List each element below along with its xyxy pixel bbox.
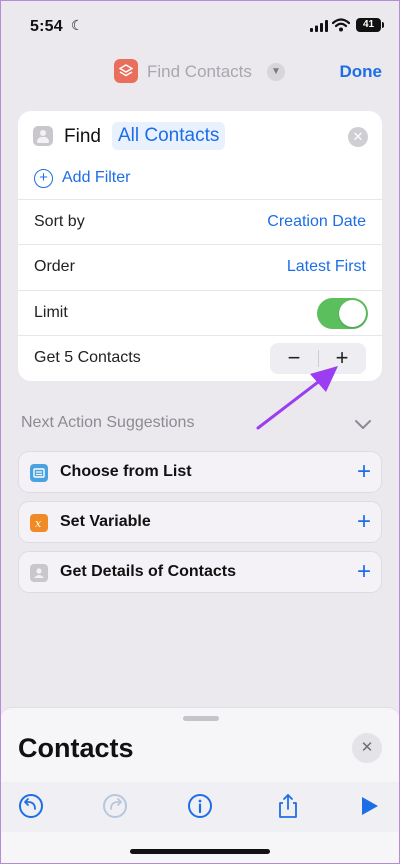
order-value[interactable]: Latest First (287, 258, 366, 276)
add-suggestion-button[interactable]: + (357, 458, 371, 486)
limit-row: Limit (18, 290, 382, 335)
contacts-icon (30, 564, 48, 582)
toggle-knob (339, 300, 366, 327)
find-header-row: Find All Contacts ✕ (18, 111, 382, 163)
add-suggestion-button[interactable]: + (357, 558, 371, 586)
contacts-icon (33, 126, 53, 146)
variable-icon: x (30, 514, 48, 532)
status-bar: 5:54 ☾ 41 (0, 0, 400, 50)
all-contacts-token[interactable]: All Contacts (112, 122, 226, 150)
shortcuts-app-icon (114, 59, 138, 83)
battery-icon: 41 (356, 18, 384, 32)
plus-circle-icon: + (34, 169, 53, 188)
list-icon (30, 464, 48, 482)
home-indicator[interactable] (130, 849, 270, 854)
sort-by-value[interactable]: Creation Date (267, 213, 366, 231)
sort-by-row[interactable]: Sort by Creation Date (18, 199, 382, 244)
shortcut-title[interactable]: Find Contacts (147, 62, 252, 82)
add-suggestion-button[interactable]: + (357, 508, 371, 536)
next-action-suggestions-heading: Next Action Suggestions (21, 414, 195, 431)
status-time: 5:54 (30, 18, 63, 35)
cellular-signal-icon (310, 20, 328, 32)
sheet-close-icon[interactable]: ✕ (352, 733, 382, 763)
undo-icon[interactable] (17, 792, 45, 820)
order-row[interactable]: Order Latest First (18, 244, 382, 289)
find-verb: Find (64, 126, 101, 147)
navigation-bar: Find Contacts ▼ Done (0, 52, 400, 92)
annotation-arrow-icon (256, 366, 338, 430)
redo-icon[interactable] (101, 792, 129, 820)
info-icon[interactable] (186, 792, 214, 820)
share-icon[interactable] (274, 792, 302, 820)
svg-text:x: x (35, 517, 42, 530)
get-contacts-count-label: Get 5 Contacts (34, 349, 141, 366)
suggestion-label: Get Details of Contacts (60, 563, 237, 580)
focus-moon-icon: ☾ (71, 17, 84, 33)
sheet-title: Contacts (18, 733, 134, 763)
suggestion-choose-from-list[interactable]: Choose from List + (18, 451, 382, 493)
order-label: Order (34, 258, 75, 275)
title-chevron-down-icon[interactable]: ▼ (267, 63, 285, 81)
sheet-grabber-handle[interactable] (183, 716, 219, 721)
add-filter-label: Add Filter (62, 169, 131, 186)
play-icon[interactable] (355, 792, 383, 820)
sort-by-label: Sort by (34, 213, 85, 230)
collapse-chevron-down-icon[interactable] (352, 414, 374, 434)
suggestion-label: Choose from List (60, 463, 192, 480)
suggestion-set-variable[interactable]: x Set Variable + (18, 501, 382, 543)
find-contacts-action-card: Find All Contacts ✕ + Add Filter Sort by… (18, 111, 382, 381)
limit-toggle[interactable] (317, 298, 368, 329)
remove-action-close-icon[interactable]: ✕ (348, 127, 368, 147)
suggestion-get-details-of-contacts[interactable]: Get Details of Contacts + (18, 551, 382, 593)
editor-toolbar (0, 782, 400, 832)
suggestion-label: Set Variable (60, 513, 151, 530)
wifi-icon (332, 18, 350, 32)
limit-label: Limit (34, 304, 68, 321)
done-button[interactable]: Done (340, 62, 383, 82)
